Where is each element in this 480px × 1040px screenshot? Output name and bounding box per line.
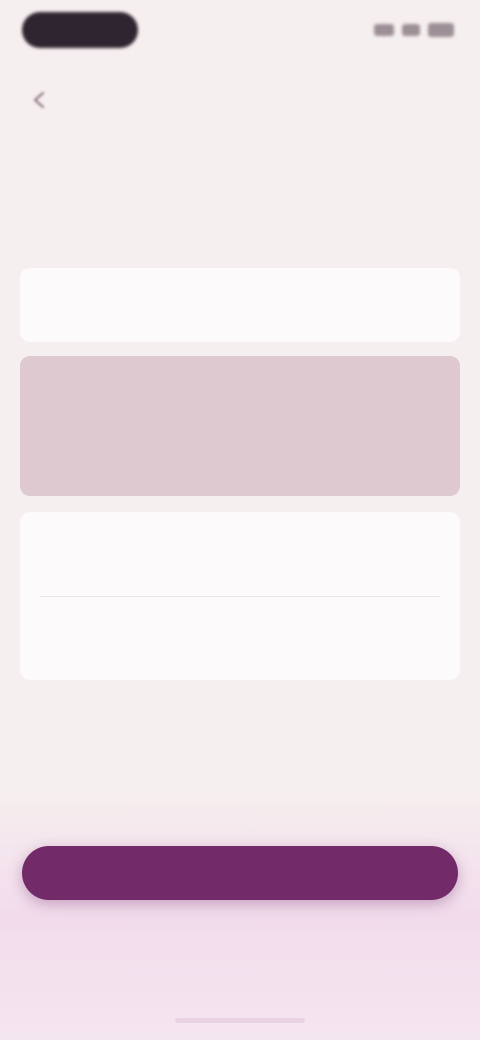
text-field-4[interactable]: [20, 596, 460, 680]
screen: [0, 0, 480, 1040]
primary-button[interactable]: [22, 846, 458, 900]
signal-icon: [374, 24, 394, 36]
bottom-glow: [0, 790, 480, 1040]
text-field-1[interactable]: [20, 268, 460, 342]
fields-group: [20, 512, 460, 680]
home-indicator[interactable]: [175, 1018, 305, 1023]
text-field-3[interactable]: [20, 512, 460, 596]
battery-icon: [428, 23, 454, 37]
status-icons: [374, 20, 454, 40]
status-bar: [0, 0, 480, 64]
back-arrow-icon[interactable]: [26, 86, 54, 114]
wifi-icon: [402, 24, 420, 36]
status-pill: [22, 12, 138, 48]
text-field-2-selected[interactable]: [20, 356, 460, 496]
header: [0, 72, 480, 128]
